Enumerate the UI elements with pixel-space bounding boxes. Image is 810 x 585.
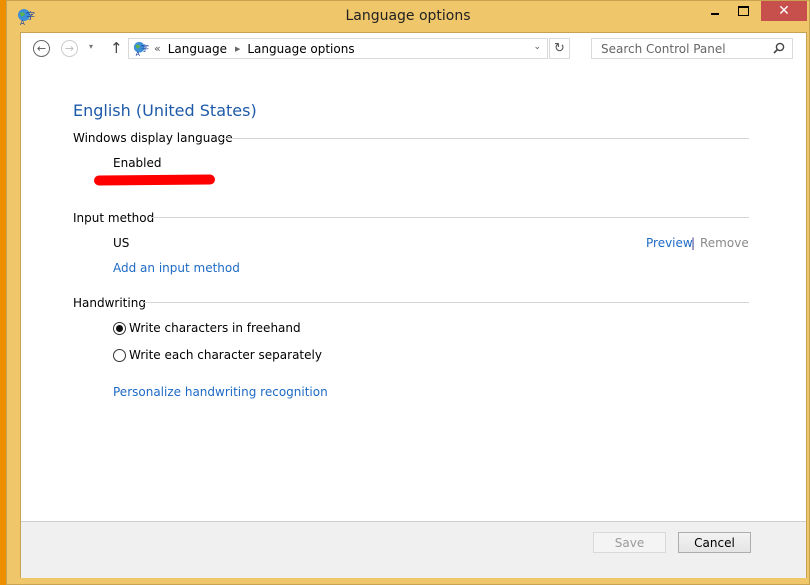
add-input-method-link[interactable]: Add an input method (113, 261, 240, 275)
input-method-name: US (113, 236, 130, 250)
display-language-label: Windows display language (73, 131, 233, 145)
footer-bar: Save Cancel (21, 521, 806, 578)
radio-separately[interactable]: Write each character separately (113, 348, 322, 362)
search-input[interactable] (599, 40, 773, 57)
radio-freehand-label: Write characters in freehand (129, 321, 301, 335)
page-title: English (United States) (73, 101, 257, 120)
chevron-down-icon: ▾ (89, 42, 94, 51)
save-button[interactable]: Save (593, 532, 666, 553)
svg-text:字: 字 (141, 42, 149, 52)
redaction-mark (93, 174, 216, 186)
minimize-button[interactable] (701, 1, 729, 21)
svg-text:A: A (136, 51, 141, 57)
navigation-bar: ← → ▾ ↑ 字 A « Language ▶ Language option… (21, 33, 806, 69)
window-frame: 字 A Language options ✕ ← → ▾ ↑ 字 A « Lan… (6, 0, 810, 585)
window-title: Language options (345, 8, 471, 24)
close-button[interactable]: ✕ (761, 1, 807, 21)
preview-link[interactable]: Preview (646, 236, 693, 250)
cancel-button[interactable]: Cancel (678, 532, 751, 553)
back-button[interactable]: ← (33, 40, 50, 57)
up-arrow-icon: ↑ (110, 39, 123, 57)
language-globe-icon: 字 A (133, 41, 149, 57)
back-arrow-icon: ← (36, 42, 47, 55)
window-content: ← → ▾ ↑ 字 A « Language ▶ Language option… (20, 32, 807, 578)
radio-separately-label: Write each character separately (129, 348, 322, 362)
maximize-icon (737, 6, 749, 16)
recent-locations-button[interactable]: ▾ (89, 42, 93, 51)
display-language-status: Enabled (113, 156, 162, 170)
section-divider (151, 217, 749, 218)
breadcrumb-language[interactable]: Language (168, 42, 227, 56)
search-icon[interactable] (773, 42, 785, 54)
forward-button[interactable]: → (61, 40, 78, 57)
up-button[interactable]: ↑ (110, 39, 123, 57)
section-divider (219, 138, 749, 139)
close-icon: ✕ (778, 3, 790, 19)
link-separator: | (691, 236, 696, 250)
breadcrumb-separator-icon[interactable]: ▶ (235, 45, 240, 53)
handwriting-label: Handwriting (73, 296, 146, 310)
breadcrumb-language-options[interactable]: Language options (247, 42, 354, 56)
refresh-icon: ↻ (554, 41, 565, 56)
section-divider (144, 302, 749, 303)
forward-arrow-icon: → (64, 42, 75, 55)
personalize-handwriting-link[interactable]: Personalize handwriting recognition (113, 385, 328, 399)
breadcrumb-overflow-icon[interactable]: « (154, 42, 161, 55)
radio-freehand[interactable]: Write characters in freehand (113, 321, 301, 335)
input-method-label: Input method (73, 211, 155, 225)
radio-dot (116, 324, 123, 332)
address-dropdown-icon[interactable]: ⌄ (533, 42, 541, 52)
maximize-button[interactable] (729, 1, 757, 21)
radio-button[interactable] (113, 348, 126, 362)
radio-button-selected[interactable] (113, 321, 126, 335)
title-bar[interactable]: 字 A Language options ✕ (7, 1, 809, 32)
minimize-icon (711, 13, 719, 15)
remove-link[interactable]: Remove (700, 236, 749, 250)
address-bar[interactable]: 字 A « Language ▶ Language options ⌄ (128, 38, 548, 59)
search-box[interactable] (591, 38, 793, 59)
refresh-button[interactable]: ↻ (549, 38, 570, 59)
